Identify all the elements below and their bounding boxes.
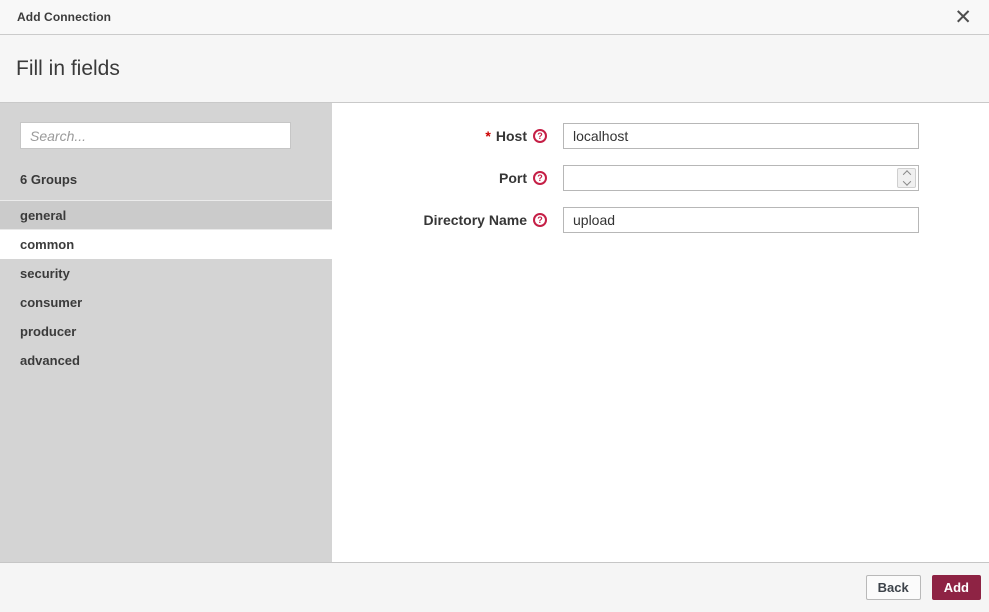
close-icon[interactable]: ✕ — [951, 7, 975, 28]
dialog-footer: Back Add — [0, 562, 989, 612]
sidebar-item-common[interactable]: common — [0, 230, 332, 259]
form-row-port: Port ? — [332, 165, 989, 191]
directory-name-label-cell: Directory Name ? — [332, 212, 547, 228]
sidebar-item-general[interactable]: general — [0, 201, 332, 230]
form-row-directory-name: Directory Name ? — [332, 207, 989, 233]
back-button[interactable]: Back — [865, 575, 921, 600]
required-marker: * — [485, 128, 491, 144]
help-icon[interactable]: ? — [533, 213, 547, 227]
port-label-cell: Port ? — [332, 170, 547, 186]
help-icon[interactable]: ? — [533, 171, 547, 185]
add-button[interactable]: Add — [931, 575, 981, 600]
add-connection-dialog: Add Connection ✕ Fill in fields 6 Groups… — [0, 0, 989, 612]
form-row-host: * Host ? — [332, 123, 989, 149]
host-field[interactable] — [563, 123, 919, 149]
host-label-cell: * Host ? — [332, 128, 547, 144]
spinner-down-icon[interactable] — [902, 177, 911, 186]
directory-name-label: Directory Name — [423, 212, 528, 228]
sidebar-item-security[interactable]: security — [0, 259, 332, 288]
number-spinner[interactable] — [897, 168, 916, 188]
host-label: Host — [495, 128, 527, 144]
help-icon[interactable]: ? — [533, 129, 547, 143]
dialog-body: 6 Groups general common security consume… — [0, 103, 989, 562]
groups-count-label: 6 Groups — [20, 172, 78, 187]
directory-name-field[interactable] — [563, 207, 919, 233]
search-input[interactable] — [20, 122, 291, 149]
form-panel: * Host ? Port ? — [332, 103, 989, 562]
port-input-cell — [563, 165, 919, 191]
port-label: Port — [499, 170, 527, 186]
sidebar-item-advanced[interactable]: advanced — [0, 346, 332, 375]
directory-name-input-cell — [563, 207, 919, 233]
port-field[interactable] — [563, 165, 919, 191]
groups-sidebar: 6 Groups general common security consume… — [0, 103, 332, 562]
group-list: general common security consumer produce… — [0, 200, 332, 375]
dialog-titlebar: Add Connection ✕ — [0, 0, 989, 35]
host-input-cell — [563, 123, 919, 149]
step-heading: Fill in fields — [16, 56, 120, 80]
sidebar-item-producer[interactable]: producer — [0, 317, 332, 346]
sidebar-item-consumer[interactable]: consumer — [0, 288, 332, 317]
dialog-title: Add Connection — [17, 10, 112, 24]
wizard-step-header: Fill in fields — [0, 35, 989, 103]
